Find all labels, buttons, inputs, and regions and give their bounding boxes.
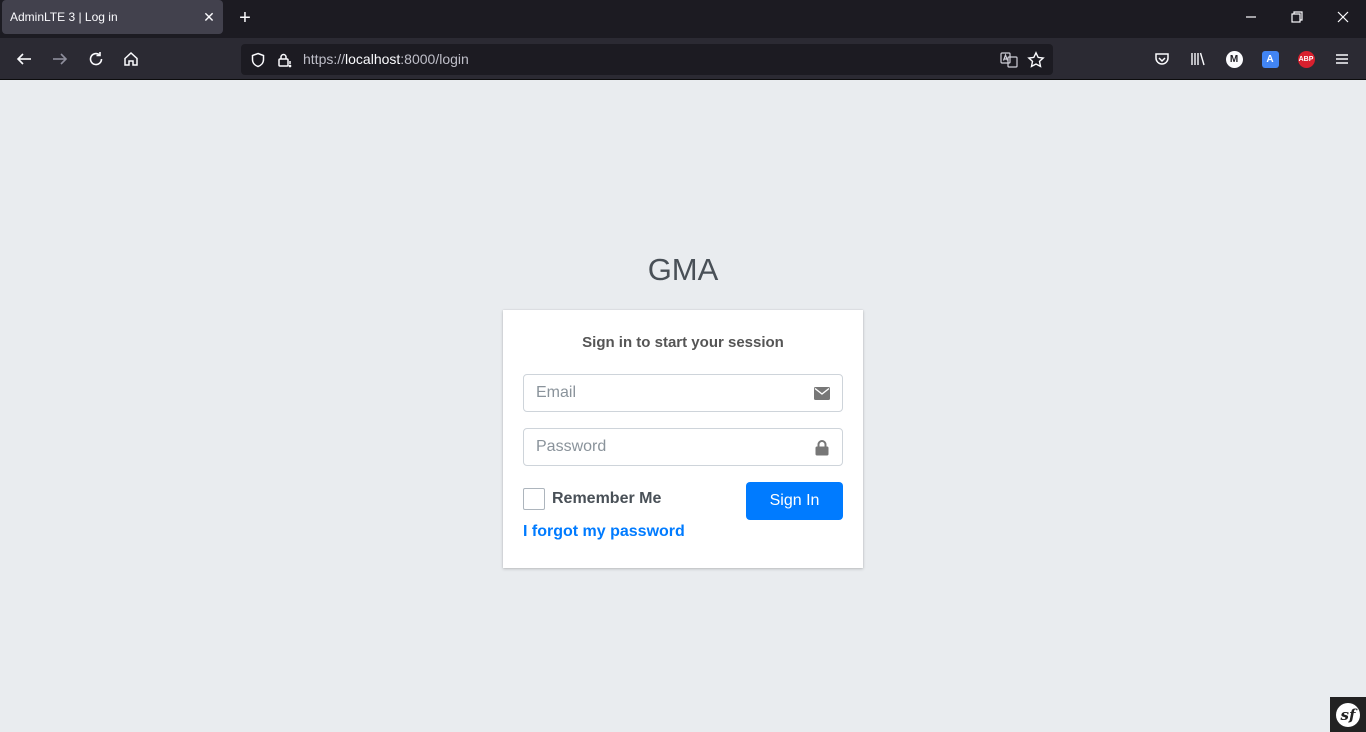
home-button[interactable] xyxy=(115,43,147,75)
remember-me-label[interactable]: Remember Me xyxy=(552,490,661,508)
navigation-toolbar: https://localhost:8000/login M A ABP xyxy=(0,38,1366,80)
extension-translate-button[interactable]: A xyxy=(1258,47,1282,71)
minimize-icon xyxy=(1246,16,1256,18)
pocket-icon xyxy=(1155,53,1169,65)
symfony-debug-toolbar-toggle[interactable]: sf xyxy=(1330,697,1366,732)
remember-me-checkbox[interactable] xyxy=(523,488,545,510)
translate-extension-icon: A xyxy=(1261,50,1279,68)
tracking-protection-shield-icon[interactable] xyxy=(248,50,268,70)
page-translate-icon[interactable] xyxy=(998,49,1020,71)
bookmark-star-icon[interactable] xyxy=(1025,49,1047,71)
email-input-group xyxy=(523,374,843,412)
adblock-plus-button[interactable]: ABP xyxy=(1294,47,1318,71)
back-button[interactable] xyxy=(8,43,40,75)
password-input-group xyxy=(523,428,843,466)
tab-title: AdminLTE 3 | Log in xyxy=(10,10,118,24)
tab-close-icon[interactable]: ✕ xyxy=(195,3,223,31)
abp-icon: ABP xyxy=(1297,50,1315,68)
lock-icon xyxy=(802,429,842,465)
new-tab-button[interactable]: + xyxy=(232,5,258,31)
forgot-password-link[interactable]: I forgot my password xyxy=(523,523,685,541)
login-logo[interactable]: GMA xyxy=(0,252,1366,288)
restore-button[interactable] xyxy=(1274,0,1320,34)
tab-bar: AdminLTE 3 | Log in ✕ + xyxy=(0,0,1366,38)
minimize-button[interactable] xyxy=(1228,0,1274,34)
login-box-message: Sign in to start your session xyxy=(582,334,784,351)
url-text[interactable]: https://localhost:8000/login xyxy=(303,51,469,67)
library-button[interactable] xyxy=(1186,47,1210,71)
url-scheme: https:// xyxy=(303,51,346,67)
login-card: Sign in to start your session Remember M… xyxy=(503,310,863,568)
pocket-button[interactable] xyxy=(1150,47,1174,71)
lock-warning-icon[interactable] xyxy=(274,50,294,70)
envelope-icon xyxy=(802,375,842,411)
address-bar[interactable]: https://localhost:8000/login xyxy=(241,44,1053,75)
close-window-button[interactable] xyxy=(1320,0,1366,34)
hamburger-menu-icon xyxy=(1336,54,1348,64)
password-input[interactable] xyxy=(524,429,804,465)
extension-m-button[interactable]: M xyxy=(1222,47,1246,71)
url-host: localhost xyxy=(345,51,401,67)
email-input[interactable] xyxy=(524,375,804,411)
back-arrow-icon xyxy=(16,53,31,65)
m-extension-icon: M xyxy=(1225,50,1243,68)
symfony-logo-icon: sf xyxy=(1336,702,1360,727)
close-icon xyxy=(1337,11,1349,23)
reload-icon xyxy=(89,52,103,66)
reload-button[interactable] xyxy=(80,43,112,75)
forward-button[interactable] xyxy=(44,43,76,75)
url-path: :8000/login xyxy=(400,51,469,67)
sign-in-button[interactable]: Sign In xyxy=(746,482,843,520)
browser-tab[interactable]: AdminLTE 3 | Log in ✕ xyxy=(2,0,223,34)
home-icon xyxy=(124,51,138,66)
restore-icon xyxy=(1291,11,1303,23)
remember-me[interactable]: Remember Me xyxy=(523,488,661,510)
forward-arrow-icon xyxy=(53,53,68,65)
library-icon xyxy=(1191,52,1205,66)
menu-button[interactable] xyxy=(1330,47,1354,71)
